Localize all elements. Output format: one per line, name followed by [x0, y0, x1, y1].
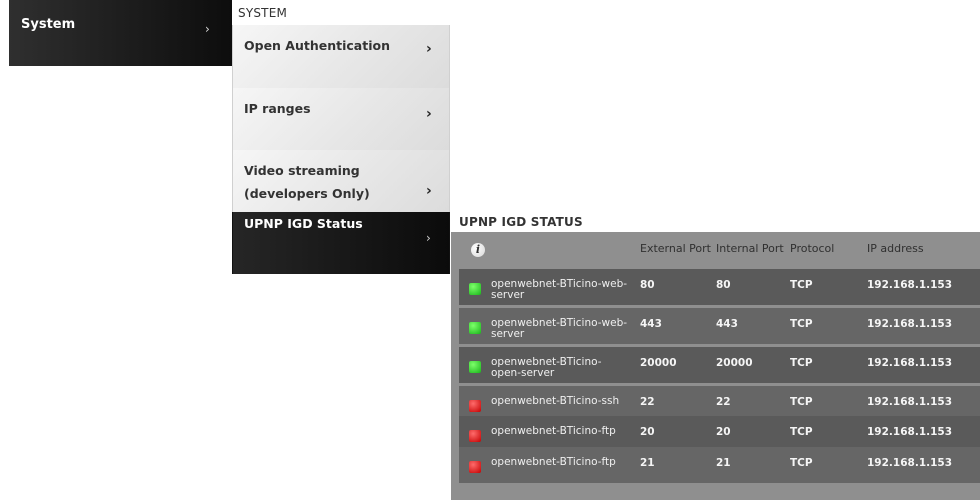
ip-address: 192.168.1.153 — [867, 396, 953, 408]
ip-address: 192.168.1.153 — [867, 318, 953, 330]
service-name: openwebnet-BTicino-web-server — [491, 278, 628, 301]
nav-item-system[interactable]: System › — [9, 0, 232, 66]
menu-item-label: UPNP IGD Status — [244, 216, 363, 231]
header-internal-port: Internal Port — [716, 242, 784, 255]
menu-item-ip-ranges[interactable]: IP ranges › — [232, 88, 450, 150]
system-panel-title: SYSTEM — [238, 6, 288, 20]
upnp-status-table: i External Port Internal Port Protocol I… — [451, 232, 980, 500]
protocol: TCP — [790, 396, 813, 408]
internal-port: 20 — [716, 426, 731, 438]
protocol: TCP — [790, 318, 813, 330]
header-external-port: External Port — [640, 242, 711, 255]
nav-item-system-label: System — [21, 17, 76, 32]
menu-item-label: Open Authentication — [244, 38, 390, 53]
service-name: openwebnet-BTicino-ftp — [491, 425, 616, 437]
system-submenu: Open Authentication › IP ranges › Video … — [232, 25, 451, 274]
table-header: i External Port Internal Port Protocol I… — [459, 232, 980, 268]
status-error-indicator — [469, 461, 481, 473]
status-ok-indicator — [469, 322, 481, 334]
table-row: openwebnet-BTicino-web-server 443 443 TC… — [459, 308, 980, 344]
ip-address: 192.168.1.153 — [867, 279, 953, 291]
upnp-panel-title: UPNP IGD STATUS — [459, 215, 583, 229]
menu-item-upnp-igd-status[interactable]: UPNP IGD Status › — [232, 212, 450, 274]
menu-item-video-streaming[interactable]: Video streaming (developers Only) › — [232, 150, 450, 212]
service-name: openwebnet-BTicino-open-server — [491, 356, 602, 379]
chevron-right-icon: › — [426, 183, 432, 199]
info-icon[interactable]: i — [471, 243, 485, 257]
service-name: openwebnet-BTicino-ssh — [491, 395, 620, 407]
external-port: 80 — [640, 279, 655, 291]
status-error-indicator — [469, 430, 481, 442]
chevron-right-icon: › — [426, 106, 432, 122]
status-ok-indicator — [469, 283, 481, 295]
status-error-indicator — [469, 400, 481, 412]
external-port: 21 — [640, 457, 655, 469]
menu-item-label: IP ranges — [244, 101, 311, 116]
protocol: TCP — [790, 457, 813, 469]
service-name: openwebnet-BTicino-web-server — [491, 317, 628, 340]
external-port: 443 — [640, 318, 662, 330]
table-row: openwebnet-BTicino-web-server 80 80 TCP … — [459, 269, 980, 305]
ip-address: 192.168.1.153 — [867, 457, 953, 469]
table-row: openwebnet-BTicino-ftp 21 21 TCP 192.168… — [459, 447, 980, 483]
header-ip-address: IP address — [867, 242, 924, 255]
status-ok-indicator — [469, 361, 481, 373]
external-port: 22 — [640, 396, 655, 408]
chevron-right-icon: › — [426, 231, 431, 245]
internal-port: 22 — [716, 396, 731, 408]
protocol: TCP — [790, 279, 813, 291]
internal-port: 80 — [716, 279, 731, 291]
internal-port: 443 — [716, 318, 738, 330]
ip-address: 192.168.1.153 — [867, 426, 953, 438]
external-port: 20000 — [640, 357, 677, 369]
internal-port: 20000 — [716, 357, 753, 369]
chevron-right-icon: › — [426, 41, 432, 57]
protocol: TCP — [790, 357, 813, 369]
protocol: TCP — [790, 426, 813, 438]
chevron-right-icon: › — [205, 22, 210, 36]
menu-item-label-line2: (developers Only) — [244, 186, 370, 201]
service-name: openwebnet-BTicino-ftp — [491, 456, 616, 468]
menu-item-open-authentication[interactable]: Open Authentication › — [232, 25, 450, 88]
ip-address: 192.168.1.153 — [867, 357, 953, 369]
table-row: openwebnet-BTicino-open-server 20000 200… — [459, 347, 980, 383]
header-protocol: Protocol — [790, 242, 835, 255]
internal-port: 21 — [716, 457, 731, 469]
external-port: 20 — [640, 426, 655, 438]
